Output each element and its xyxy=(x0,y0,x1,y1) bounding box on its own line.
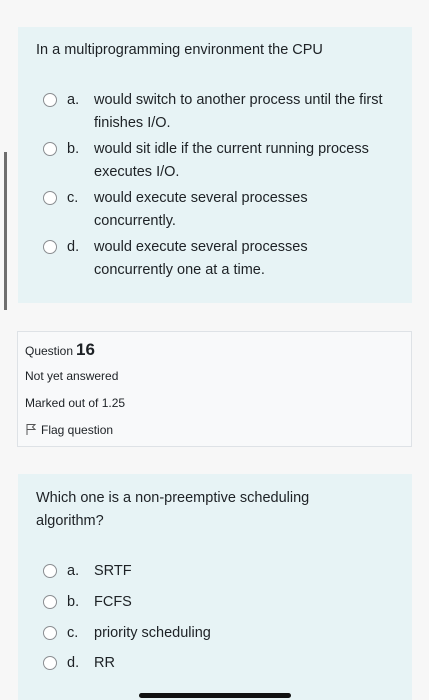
question-15-block: In a multiprogramming environment the CP… xyxy=(18,27,412,303)
q16-option-c-letter: c. xyxy=(67,625,79,641)
q15-option-c-radio[interactable] xyxy=(43,191,57,205)
q16-option-b-radio[interactable] xyxy=(43,595,57,609)
q16-option-b-text[interactable]: FCFS xyxy=(94,591,394,614)
flag-question-label[interactable]: Flag question xyxy=(41,423,113,437)
question-number: 16 xyxy=(76,340,95,359)
q16-option-c-text[interactable]: priority scheduling xyxy=(94,622,394,645)
q16-option-b-letter: b. xyxy=(67,594,80,610)
q15-option-b-letter: b. xyxy=(67,141,80,157)
q16-option-d-letter: d. xyxy=(67,655,80,671)
q15-option-d-letter: d. xyxy=(67,239,80,255)
q16-option-b[interactable]: b. FCFS xyxy=(18,591,412,615)
q15-option-a-letter: a. xyxy=(67,92,80,108)
q15-option-c[interactable]: c. would execute several processes concu… xyxy=(18,187,412,233)
q16-option-a-letter: a. xyxy=(67,563,80,579)
home-indicator[interactable] xyxy=(139,693,291,698)
q15-option-c-letter: c. xyxy=(67,190,79,206)
q16-option-a-text[interactable]: SRTF xyxy=(94,560,394,583)
question-16-heading: Question 16 xyxy=(25,340,95,360)
scroll-indicator-bar xyxy=(4,152,7,310)
q16-option-d-text[interactable]: RR xyxy=(94,652,394,675)
question-16-text: Which one is a non-preemptive scheduling… xyxy=(36,490,310,529)
q15-option-d[interactable]: d. would execute several processes concu… xyxy=(18,236,412,282)
flag-question-link[interactable]: Flag question xyxy=(25,423,113,437)
question-16-block: Which one is a non-preemptive scheduling… xyxy=(18,474,412,700)
q15-option-d-text[interactable]: would execute several processes concurre… xyxy=(94,236,334,282)
question-16-info: Question 16 Not yet answered Marked out o… xyxy=(17,331,412,447)
q16-option-d[interactable]: d. RR xyxy=(18,652,412,676)
q15-option-a-radio[interactable] xyxy=(43,93,57,107)
question-marks: Marked out of 1.25 xyxy=(25,396,126,410)
q16-option-d-radio[interactable] xyxy=(43,656,57,670)
q16-option-a-radio[interactable] xyxy=(43,564,57,578)
q16-option-a[interactable]: a. SRTF xyxy=(18,560,412,584)
question-status: Not yet answered xyxy=(25,369,119,383)
q15-option-b-radio[interactable] xyxy=(43,142,57,156)
q15-option-b-text[interactable]: would sit idle if the current running pr… xyxy=(94,138,394,184)
q15-option-a[interactable]: a. would switch to another process until… xyxy=(18,89,412,135)
q16-option-c[interactable]: c. priority scheduling xyxy=(18,622,412,646)
question-label: Question xyxy=(25,344,74,358)
q16-option-c-radio[interactable] xyxy=(43,626,57,640)
q15-option-c-text[interactable]: would execute several processes concurre… xyxy=(94,187,334,233)
q15-option-b[interactable]: b. would sit idle if the current running… xyxy=(18,138,412,184)
q15-option-d-radio[interactable] xyxy=(43,240,57,254)
flag-icon xyxy=(26,424,37,435)
question-15-text: In a multiprogramming environment the CP… xyxy=(36,42,323,58)
q15-option-a-text[interactable]: would switch to another process until th… xyxy=(94,89,394,135)
